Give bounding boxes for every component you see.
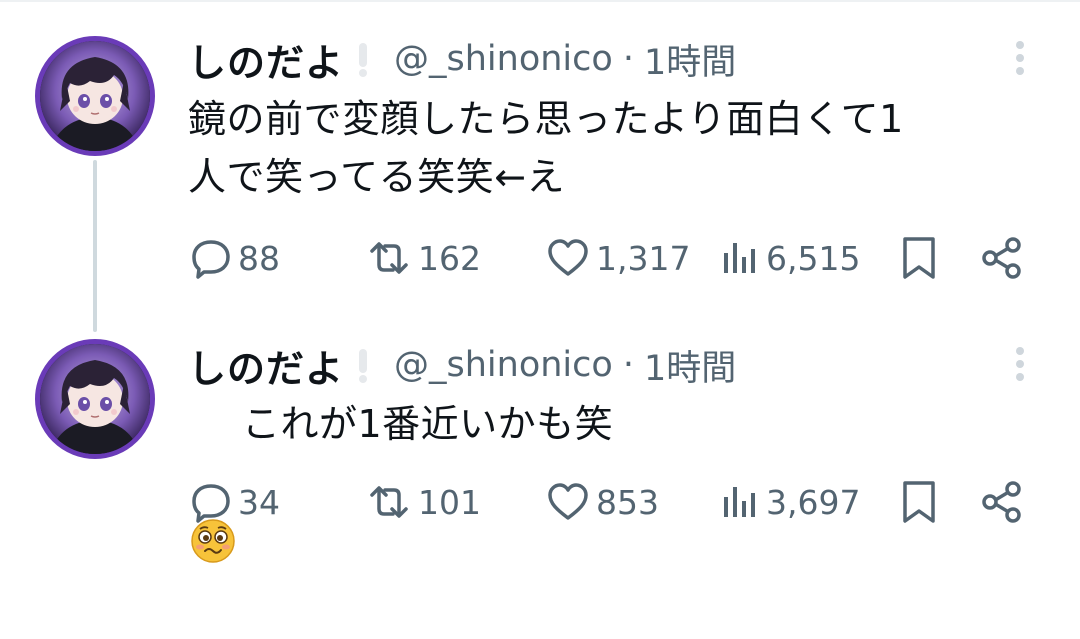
dot-separator: ·: [622, 345, 634, 385]
tweet-header: しのだよ @_shinonico · 1時間: [188, 32, 736, 87]
exclamation-badge-icon: [352, 39, 374, 79]
bookmark-button[interactable]: [900, 477, 938, 527]
retweet-arrows-icon: [366, 481, 412, 523]
retweet-count: 101: [418, 482, 481, 522]
display-name[interactable]: しのだよ: [188, 338, 344, 393]
tweet[interactable]: しのだよ @_shinonico · 1時間 鏡の前で変顔したら思ったより面白く…: [0, 0, 1080, 300]
bar-chart-icon: [720, 237, 760, 279]
tweet-header: しのだよ @_shinonico · 1時間: [188, 338, 736, 393]
avatar-image: [40, 344, 150, 454]
avatar[interactable]: [35, 36, 155, 156]
avatar[interactable]: [35, 339, 155, 459]
tweet-text: 鏡の前で変顔したら思ったより面白くて1 人で笑ってる笑笑←え: [188, 97, 904, 199]
retweet-arrows-icon: [366, 237, 412, 279]
like-count: 1,317: [596, 238, 691, 278]
view-count: 3,697: [766, 482, 861, 522]
vertical-ellipsis-icon[interactable]: [1008, 38, 1032, 78]
share-nodes-icon: [980, 480, 1024, 524]
timestamp[interactable]: 1時間: [644, 340, 736, 391]
tweet-text: これが1番近いかも笑: [242, 402, 614, 446]
vertical-ellipsis-icon[interactable]: [1008, 344, 1032, 384]
reply-button[interactable]: 88: [190, 233, 280, 283]
action-bar: 88 162 1,317 6,515: [188, 233, 1038, 283]
speech-bubble-icon: [190, 237, 232, 279]
avatar-image: [40, 41, 150, 151]
tweet[interactable]: しのだよ @_shinonico · 1時間 これが1番近いかも笑 34 101…: [0, 300, 1080, 563]
views-button[interactable]: 6,515: [720, 233, 860, 283]
heart-outline-icon: [546, 481, 590, 523]
retweet-button[interactable]: 101: [366, 477, 481, 527]
like-button[interactable]: 1,317: [546, 233, 690, 283]
speech-bubble-icon: [190, 481, 232, 523]
tweet-text-container: これが1番近いかも笑: [188, 395, 1038, 563]
bookmark-outline-icon: [900, 235, 938, 281]
reply-count: 88: [238, 238, 280, 278]
heart-outline-icon: [546, 237, 590, 279]
user-handle[interactable]: @_shinonico: [394, 345, 613, 385]
dot-separator: ·: [622, 39, 634, 79]
retweet-count: 162: [418, 238, 481, 278]
like-button[interactable]: 853: [546, 477, 659, 527]
view-count: 6,515: [766, 238, 861, 278]
action-bar: 34 101 853 3,697: [188, 477, 1038, 527]
bookmark-button[interactable]: [900, 233, 938, 283]
bar-chart-icon: [720, 481, 760, 523]
share-button[interactable]: [980, 477, 1024, 527]
timestamp[interactable]: 1時間: [644, 34, 736, 85]
share-nodes-icon: [980, 236, 1024, 280]
bookmark-outline-icon: [900, 479, 938, 525]
retweet-button[interactable]: 162: [366, 233, 481, 283]
user-handle[interactable]: @_shinonico: [394, 39, 613, 79]
reply-count: 34: [238, 482, 280, 522]
exclamation-badge-icon: [352, 345, 374, 385]
like-count: 853: [596, 482, 659, 522]
views-button[interactable]: 3,697: [720, 477, 860, 527]
display-name[interactable]: しのだよ: [188, 32, 344, 87]
pleading-woozy-face-emoji-icon: [188, 399, 238, 563]
reply-button[interactable]: 34: [190, 477, 280, 527]
share-button[interactable]: [980, 233, 1024, 283]
